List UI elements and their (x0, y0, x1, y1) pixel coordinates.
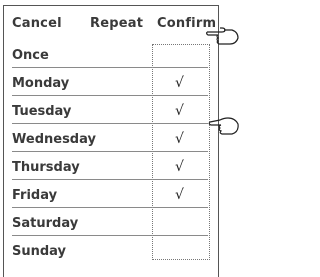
check-icon[interactable]: √ (175, 75, 184, 91)
dialog-title: Repeat (90, 16, 144, 31)
day-label: Wednesday (12, 132, 96, 147)
cancel-button[interactable]: Cancel (12, 16, 62, 31)
repeat-dialog: Cancel Repeat Confirm Once Monday √ Tues… (3, 5, 219, 277)
check-icon[interactable]: √ (175, 103, 184, 119)
divider (12, 179, 208, 180)
dialog-header: Cancel Repeat Confirm (4, 6, 218, 42)
check-icon[interactable]: √ (175, 131, 184, 147)
divider (12, 235, 208, 236)
list-item-wednesday[interactable]: Wednesday √ (12, 128, 212, 152)
list-item-thursday[interactable]: Thursday √ (12, 156, 212, 180)
list-item-friday[interactable]: Friday √ (12, 184, 212, 208)
day-label: Sunday (12, 244, 67, 259)
list-item-once[interactable]: Once (12, 44, 212, 68)
day-label: Tuesday (12, 104, 72, 119)
day-label: Friday (12, 188, 58, 203)
pointing-hand-icon (206, 27, 239, 45)
day-label: Once (12, 48, 49, 63)
divider (12, 151, 208, 152)
divider (12, 67, 208, 68)
list-item-tuesday[interactable]: Tuesday √ (12, 100, 212, 124)
list-item-saturday[interactable]: Saturday (12, 212, 212, 236)
list-item-monday[interactable]: Monday √ (12, 72, 212, 96)
divider (12, 95, 208, 96)
pointing-hand-icon (208, 117, 239, 135)
day-label: Thursday (12, 160, 80, 175)
list-item-sunday[interactable]: Sunday (12, 240, 212, 264)
day-label: Saturday (12, 216, 79, 231)
check-icon[interactable]: √ (175, 187, 184, 203)
check-icon[interactable]: √ (175, 159, 184, 175)
divider (12, 207, 208, 208)
divider (12, 123, 208, 124)
day-label: Monday (12, 76, 70, 91)
